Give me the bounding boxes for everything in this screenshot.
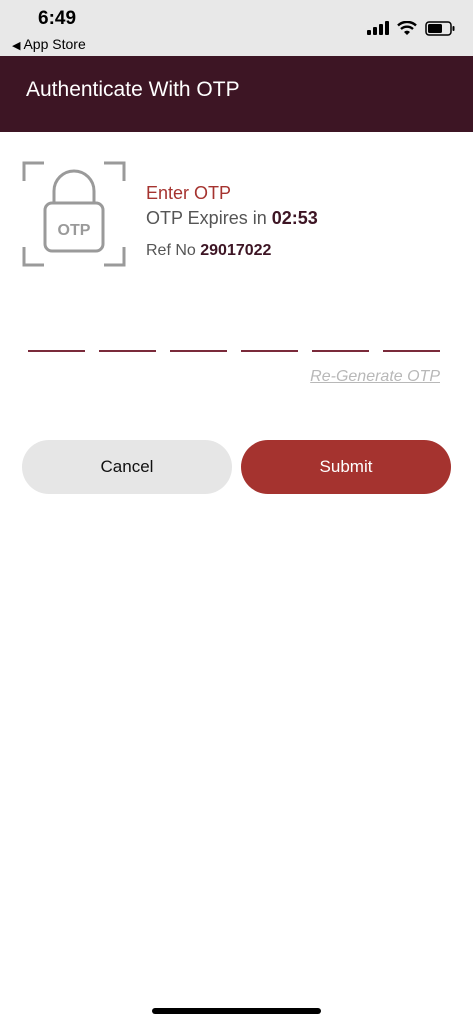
otp-lock-icon: OTP: [22, 161, 126, 267]
otp-digit-1[interactable]: [28, 330, 85, 352]
otp-digit-2[interactable]: [99, 330, 156, 352]
otp-expiry: OTP Expires in 02:53: [146, 208, 318, 229]
home-indicator[interactable]: [152, 1008, 321, 1014]
ref-label: Ref No: [146, 242, 196, 259]
status-icons: [367, 18, 455, 38]
otp-digit-6[interactable]: [383, 330, 440, 352]
back-triangle-icon: ◀: [12, 40, 21, 52]
otp-graphic-text: OTP: [58, 222, 91, 239]
reference-number: Ref No 29017022: [146, 242, 271, 260]
otp-expiry-label: OTP Expires in: [146, 208, 267, 228]
back-app-label: App Store: [23, 36, 86, 52]
wifi-icon: [397, 20, 417, 35]
otp-digit-5[interactable]: [312, 330, 369, 352]
enter-otp-label: Enter OTP: [146, 183, 232, 203]
ref-value: 29017022: [200, 242, 272, 259]
otp-digit-3[interactable]: [170, 330, 227, 352]
otp-expiry-time: 02:53: [271, 208, 318, 228]
regenerate-otp-link[interactable]: Re-Generate OTP: [310, 368, 440, 386]
submit-button[interactable]: Submit: [241, 440, 451, 494]
battery-icon: [425, 20, 455, 36]
otp-digit-4[interactable]: [241, 330, 298, 352]
app-header: Authenticate With OTP: [0, 56, 473, 132]
page-title: Authenticate With OTP: [26, 78, 240, 101]
status-bar: 6:49 ◀ App Store: [0, 0, 473, 56]
signal-icon: [367, 21, 389, 35]
back-to-app-store[interactable]: ◀ App Store: [12, 36, 86, 52]
cancel-button[interactable]: Cancel: [22, 440, 232, 494]
status-time: 6:49: [38, 8, 77, 29]
